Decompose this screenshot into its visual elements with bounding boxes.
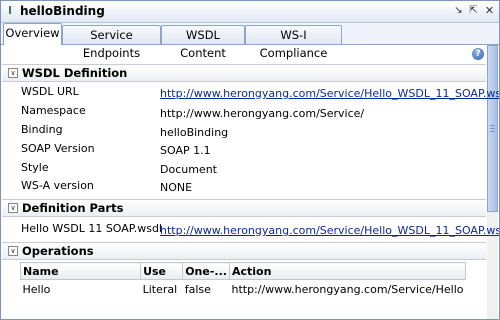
window-title: helloBinding bbox=[20, 4, 105, 18]
section-title: Definition Parts bbox=[22, 201, 124, 215]
scroll-grip bbox=[490, 131, 495, 132]
binding-value: helloBinding bbox=[160, 126, 229, 139]
table-row[interactable]: Hello Literal false http://www.herongyan… bbox=[21, 280, 466, 300]
section-wsdl-definition: ∨ WSDL Definition bbox=[2, 64, 486, 82]
binding-label: Binding bbox=[21, 123, 63, 136]
column-header-one-way[interactable]: One-... bbox=[182, 262, 230, 280]
namespace-label: Namespace bbox=[21, 104, 86, 117]
section-operations: ∨ Operations bbox=[2, 242, 486, 260]
title-bar: I helloBinding ↘ ⇱ ✕ bbox=[1, 1, 499, 23]
tab-wsdl-content[interactable]: WSDL Content bbox=[161, 25, 245, 60]
scroll-grip bbox=[490, 128, 495, 129]
column-header-name[interactable]: Name bbox=[19, 262, 142, 280]
soap-version-value: SOAP 1.1 bbox=[160, 144, 211, 157]
operation-action: http://www.herongyang.com/Service/Hello bbox=[231, 283, 464, 296]
definition-part-link[interactable]: http://www.herongyang.com/Service/Hello_… bbox=[160, 224, 499, 237]
binding-editor-window: I helloBinding ↘ ⇱ ✕ Overview Service En… bbox=[0, 0, 500, 320]
tab-bar: Overview Service Endpoints WSDL Content … bbox=[1, 23, 499, 60]
soap-version-label: SOAP Version bbox=[21, 142, 95, 155]
section-title: Operations bbox=[22, 244, 94, 258]
ws-a-version-value: NONE bbox=[160, 181, 193, 194]
close-icon[interactable]: ✕ bbox=[483, 4, 496, 17]
operation-name: Hello bbox=[22, 283, 51, 296]
tab-service-endpoints[interactable]: Service Endpoints bbox=[62, 25, 161, 60]
definition-part-name: Hello WSDL 11 SOAP.wsdl bbox=[21, 222, 162, 235]
help-icon[interactable]: ? bbox=[472, 48, 484, 60]
interface-icon: I bbox=[7, 4, 13, 17]
ws-a-version-label: WS-A version bbox=[21, 179, 94, 192]
tab-ws-i-compliance[interactable]: WS-I Compliance bbox=[245, 25, 342, 60]
restore-icon[interactable]: ⇱ bbox=[467, 4, 480, 17]
operation-use: Literal bbox=[142, 283, 178, 296]
section-title: WSDL Definition bbox=[22, 66, 128, 80]
scroll-grip bbox=[490, 125, 495, 126]
wsdl-url-link[interactable]: http://www.herongyang.com/Service/Hello_… bbox=[160, 87, 499, 100]
collapse-icon[interactable]: ∨ bbox=[8, 203, 18, 213]
operations-table: Name Use One-... Action Hello Literal fa… bbox=[19, 262, 467, 300]
section-definition-parts: ∨ Definition Parts bbox=[2, 199, 486, 217]
namespace-value: http://www.herongyang.com/Service/ bbox=[160, 107, 365, 120]
style-label: Style bbox=[21, 161, 49, 174]
style-value: Document bbox=[160, 163, 217, 176]
tab-overview[interactable]: Overview bbox=[3, 23, 62, 45]
operation-one-way: false bbox=[184, 283, 211, 296]
collapse-icon[interactable]: ∨ bbox=[8, 68, 18, 78]
collapse-icon[interactable]: ∨ bbox=[8, 246, 18, 256]
minimize-icon[interactable]: ↘ bbox=[452, 4, 465, 17]
column-header-action[interactable]: Action bbox=[228, 262, 467, 280]
wsdl-url-label: WSDL URL bbox=[21, 85, 79, 98]
column-header-use[interactable]: Use bbox=[140, 262, 184, 280]
